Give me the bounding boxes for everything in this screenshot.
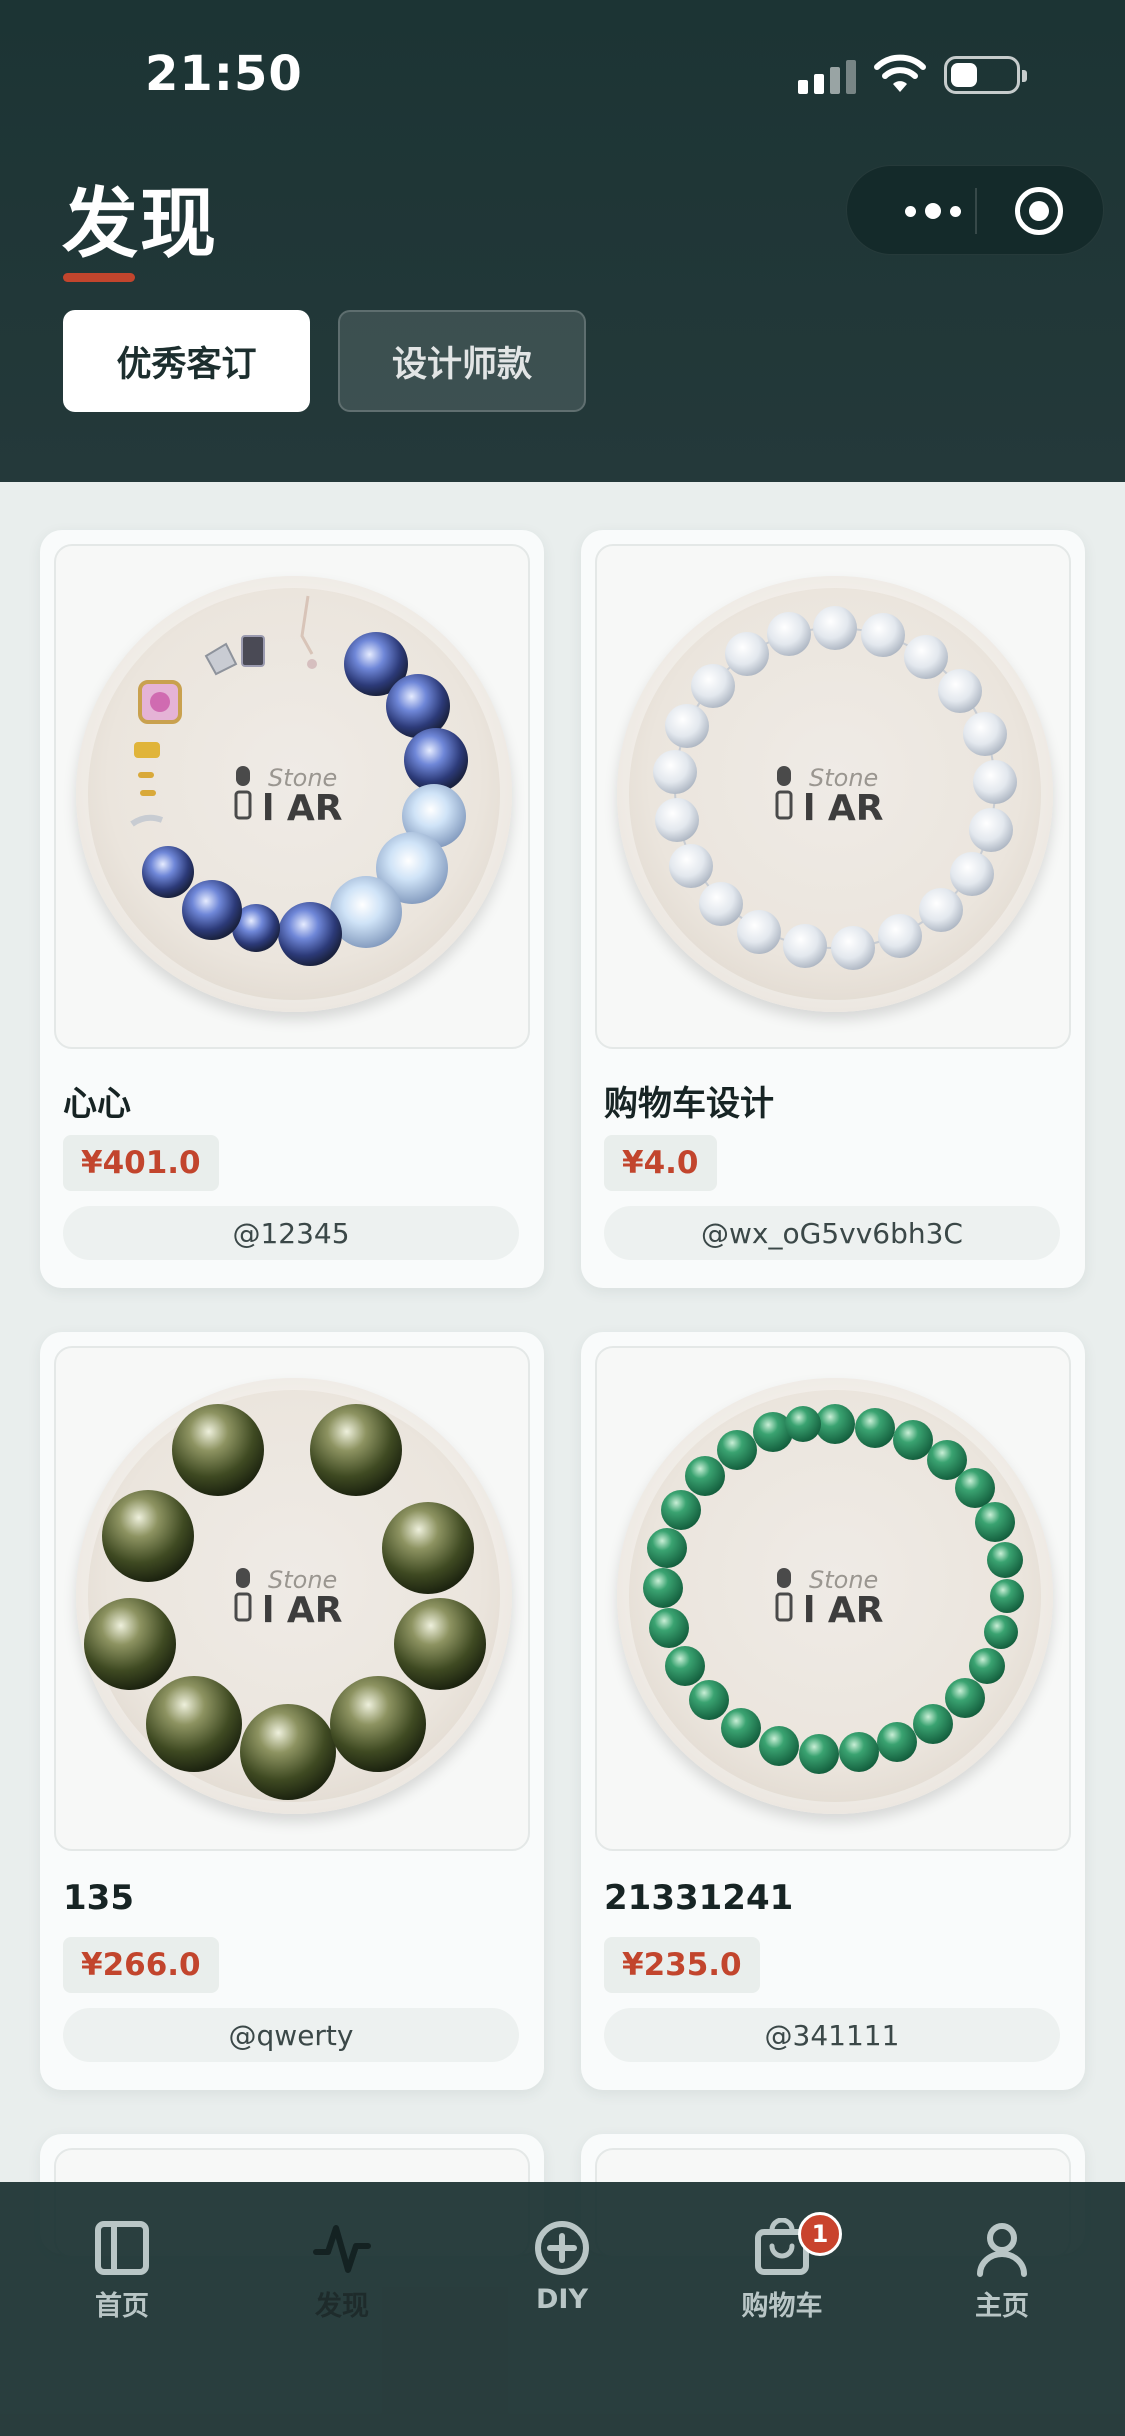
product-image: Stone l AR (54, 544, 530, 1049)
author-tag[interactable]: @341111 (604, 2008, 1060, 2062)
nav-discover[interactable]: 发现 (262, 2218, 422, 2328)
product-image: Stone l AR (595, 544, 1071, 1049)
battery-icon (944, 56, 1027, 94)
product-name: 心心 (63, 1084, 131, 1124)
nav-diy[interactable]: DIY (482, 2218, 642, 2328)
bracelet-art: Stone l AR (130, 595, 468, 966)
price-tag: ¥266.0 (63, 1937, 219, 1993)
price-tag: ¥401.0 (63, 1135, 219, 1191)
nav-label: DIY (535, 2284, 588, 2315)
bracelet-art: Stone l AR (84, 1404, 486, 1800)
nav-label: 购物车 (741, 2291, 823, 2322)
tab-customer-orders[interactable]: 优秀客订 (63, 310, 310, 412)
author-tag[interactable]: @12345 (63, 1206, 519, 1260)
title-underline (63, 273, 135, 282)
svg-text:l AR: l AR (262, 788, 342, 829)
mini-program-capsule (846, 165, 1104, 255)
product-card[interactable]: Stone l AR 135 ¥266.0 @qwerty (40, 1332, 544, 2090)
pulse-icon (313, 2225, 371, 2273)
price-tag: ¥235.0 (604, 1937, 760, 1993)
nav-profile[interactable]: 主页 (922, 2218, 1082, 2328)
tab-designer-styles[interactable]: 设计师款 (338, 310, 586, 412)
product-card[interactable]: Stone l AR 心心 ¥401.0 @12345 (40, 530, 544, 1288)
product-name: 135 (63, 1878, 134, 1918)
plus-circle-icon (535, 2221, 589, 2275)
wifi-icon (874, 54, 926, 92)
product-name: 购物车设计 (604, 1084, 774, 1124)
status-time: 21:50 (145, 46, 303, 102)
product-name: 21331241 (604, 1878, 794, 1918)
bracelet-art: Stone l AR (653, 606, 1017, 970)
signal-icon (798, 58, 856, 94)
author-tag[interactable]: @wx_oG5vv6bh3C (604, 1206, 1060, 1260)
product-grid: Stone l AR 心心 ¥401.0 @12345 Stone l AR 购… (0, 482, 1125, 2258)
home-icon (95, 2221, 149, 2275)
svg-text:l AR: l AR (803, 1590, 883, 1631)
header: 21:50 发现 优秀客订 设计师款 (0, 0, 1125, 482)
bead-tray: Stone l AR (76, 1378, 512, 1814)
nav-label: 主页 (975, 2291, 1029, 2322)
bead-tray: Stone l AR (617, 1378, 1053, 1814)
product-card[interactable]: Stone l AR 购物车设计 ¥4.0 @wx_oG5vv6bh3C (581, 530, 1085, 1288)
bead-tray: Stone l AR (617, 576, 1053, 1012)
nav-home[interactable]: 首页 (42, 2218, 202, 2328)
status-bar: 21:50 (0, 0, 1125, 150)
page-title: 发现 (62, 179, 218, 268)
author-tag[interactable]: @qwerty (63, 2008, 519, 2062)
price-tag: ¥4.0 (604, 1135, 717, 1191)
bottom-tab-bar: 首页 发现 DIY 1 购物车 主页 (0, 2182, 1125, 2436)
product-image: Stone l AR (54, 1346, 530, 1851)
close-target-icon[interactable] (1015, 187, 1063, 235)
capsule-divider (975, 188, 977, 234)
nav-label: 发现 (315, 2291, 369, 2322)
cart-badge: 1 (798, 2212, 842, 2256)
more-icon[interactable] (883, 166, 983, 256)
nav-label: 首页 (95, 2291, 149, 2322)
bead-tray: Stone l AR (76, 576, 512, 1012)
product-image: Stone l AR (595, 1346, 1071, 1851)
nav-cart[interactable]: 1 购物车 (702, 2212, 862, 2328)
bracelet-art: Stone l AR (643, 1404, 1024, 1774)
svg-text:l AR: l AR (262, 1590, 342, 1631)
user-icon (977, 2223, 1027, 2277)
svg-text:l AR: l AR (803, 788, 883, 829)
product-card[interactable]: Stone l AR 21331241 ¥235.0 @341111 (581, 1332, 1085, 2090)
